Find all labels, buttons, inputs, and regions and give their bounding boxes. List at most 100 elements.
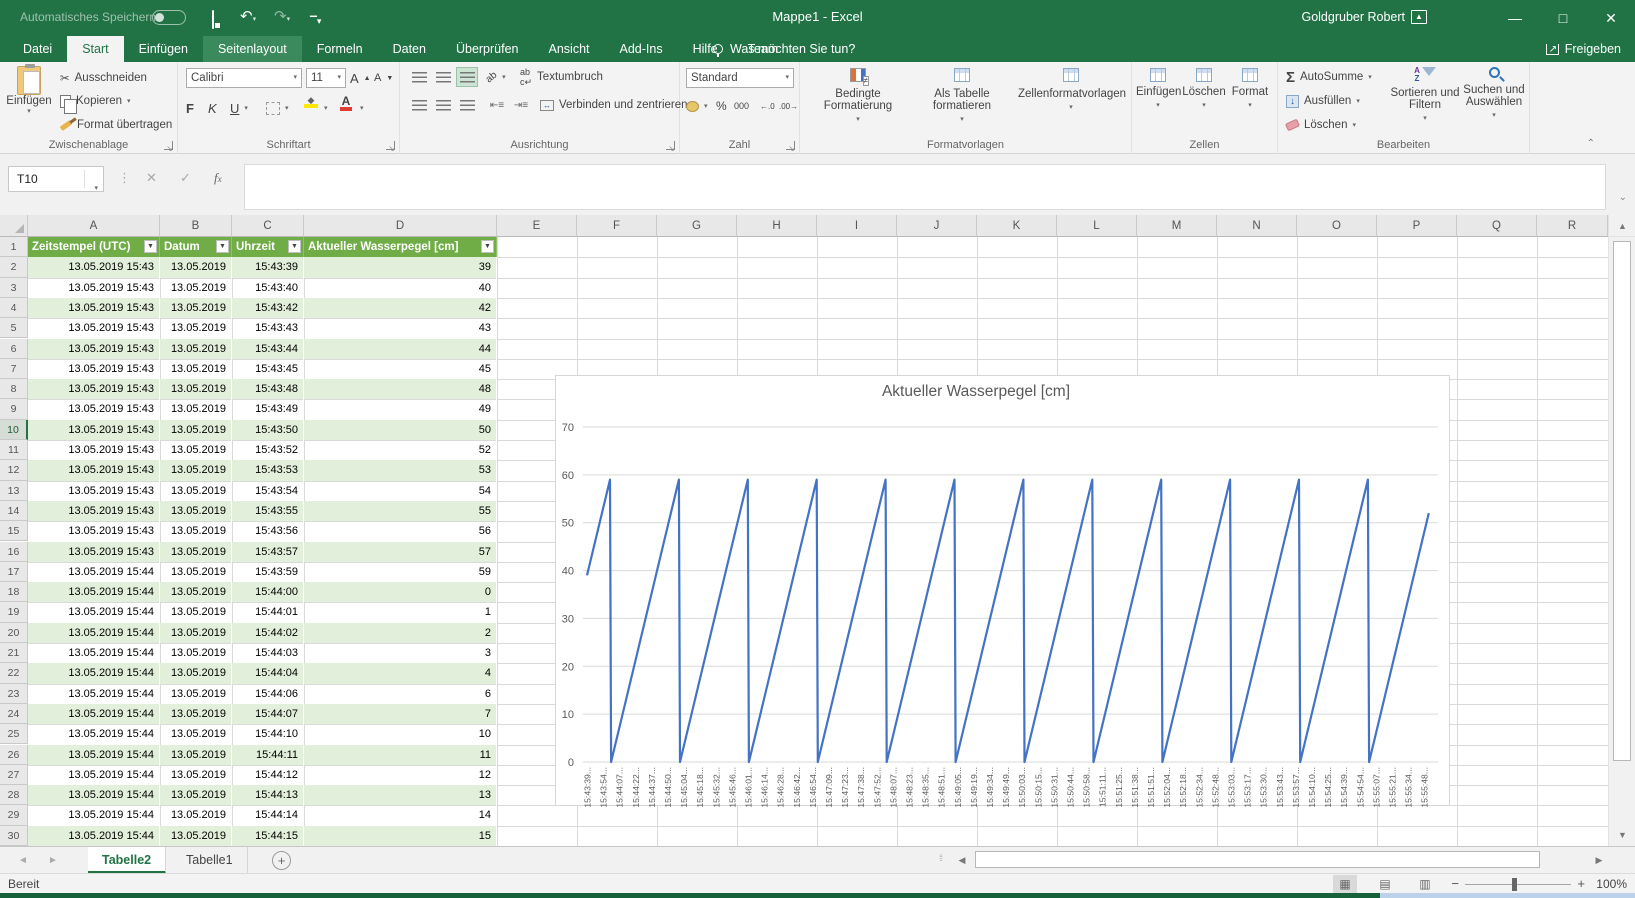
align-center-icon[interactable] — [432, 95, 454, 115]
cell[interactable]: 13.05.2019 15:43 — [28, 440, 160, 460]
cell[interactable]: 13.05.2019 15:44 — [28, 745, 160, 765]
close-button[interactable]: ✕ — [1587, 0, 1635, 36]
cell[interactable]: 55 — [304, 501, 497, 521]
cell[interactable]: 13.05.2019 15:44 — [28, 582, 160, 602]
cell[interactable]: 13.05.2019 — [160, 765, 232, 785]
cell[interactable]: 13.05.2019 15:44 — [28, 704, 160, 724]
maximize-button[interactable]: □ — [1539, 0, 1587, 36]
row-header-20[interactable]: 20 — [0, 623, 28, 643]
cell[interactable]: 13.05.2019 — [160, 278, 232, 298]
row-header-11[interactable]: 11 — [0, 440, 28, 460]
clear-button[interactable]: Löschen▾ — [1286, 115, 1356, 135]
cell[interactable]: 15:43:48 — [232, 379, 304, 399]
cell[interactable]: 13.05.2019 15:44 — [28, 643, 160, 663]
align-left-icon[interactable] — [408, 95, 430, 115]
cell[interactable]: 13.05.2019 — [160, 339, 232, 359]
cell-styles-button[interactable]: Zellenformatvorlagen▾ — [1018, 68, 1124, 112]
collapse-ribbon-icon[interactable]: ⌃ — [1587, 138, 1595, 149]
cell[interactable]: 13.05.2019 15:43 — [28, 379, 160, 399]
column-header-A[interactable]: A — [28, 215, 160, 237]
cell[interactable]: 15:43:49 — [232, 399, 304, 419]
cell[interactable]: 15 — [304, 826, 497, 846]
zoom-percent[interactable]: 100% — [1596, 877, 1627, 891]
enter-icon[interactable]: ✓ — [180, 170, 191, 186]
cell[interactable]: 13.05.2019 15:43 — [28, 399, 160, 419]
share-button[interactable]: Freigeben — [1546, 36, 1621, 62]
cell[interactable]: 13.05.2019 15:43 — [28, 318, 160, 338]
column-header-J[interactable]: J — [897, 215, 977, 237]
dialog-launcher-clipboard[interactable] — [164, 141, 173, 150]
cell[interactable]: 15:43:55 — [232, 501, 304, 521]
formula-input[interactable] — [244, 164, 1606, 210]
cell[interactable]: 13.05.2019 15:43 — [28, 521, 160, 541]
cell[interactable]: 13.05.2019 15:43 — [28, 257, 160, 277]
row-header-21[interactable]: 21 — [0, 643, 28, 663]
font-size-combo[interactable]: 11▾ — [306, 68, 346, 88]
table-header-cell[interactable]: Uhrzeit▼ — [232, 237, 304, 257]
cell[interactable]: 39 — [304, 257, 497, 277]
column-header-C[interactable]: C — [232, 215, 304, 237]
select-all-corner[interactable] — [0, 215, 28, 237]
format-cells-button[interactable]: Format▾ — [1228, 68, 1272, 110]
increase-font-icon[interactable]: A▲ — [350, 68, 371, 88]
vertical-scroll-thumb[interactable] — [1613, 241, 1631, 761]
row-header-4[interactable]: 4 — [0, 298, 28, 318]
cell[interactable]: 15:43:57 — [232, 542, 304, 562]
cell[interactable]: 56 — [304, 521, 497, 541]
copy-button[interactable]: Kopieren▾ — [60, 91, 131, 111]
cell[interactable]: 15:43:44 — [232, 339, 304, 359]
zoom-slider-track[interactable] — [1465, 884, 1571, 885]
tab--berpr-fen[interactable]: Überprüfen — [441, 36, 534, 62]
cell[interactable]: 13.05.2019 — [160, 826, 232, 846]
font-name-combo[interactable]: Calibri▾ — [186, 68, 302, 88]
cell[interactable]: 13.05.2019 — [160, 684, 232, 704]
cell[interactable]: 13.05.2019 — [160, 582, 232, 602]
cell[interactable]: 15:44:13 — [232, 785, 304, 805]
row-header-1[interactable]: 1 — [0, 237, 28, 257]
vertical-scrollbar[interactable]: ▲ ▼ — [1608, 215, 1635, 846]
cell[interactable]: 15:44:11 — [232, 745, 304, 765]
cell[interactable]: 15:44:06 — [232, 684, 304, 704]
font-color-drop[interactable]: ▾ — [360, 98, 364, 118]
decrease-decimal-icon[interactable]: .00→ — [779, 96, 798, 116]
page-layout-view-icon[interactable]: ▤ — [1373, 875, 1397, 893]
paste-button[interactable]: Einfügen▾ — [6, 66, 52, 115]
column-header-O[interactable]: O — [1297, 215, 1377, 237]
zoom-out-icon[interactable]: − — [1451, 876, 1459, 891]
underline-button[interactable]: U▾ — [230, 98, 248, 118]
filter-dropdown-icon[interactable]: ▼ — [216, 240, 229, 253]
column-header-K[interactable]: K — [977, 215, 1057, 237]
cell[interactable]: 13.05.2019 15:43 — [28, 298, 160, 318]
dialog-launcher-alignment[interactable] — [666, 141, 675, 150]
cell[interactable]: 15:44:01 — [232, 602, 304, 622]
tell-me-box[interactable]: Was möchten Sie tun? — [713, 36, 855, 62]
find-select-button[interactable]: Suchen und Auswählen▾ — [1462, 67, 1526, 120]
align-bottom-icon[interactable] — [456, 67, 478, 87]
decrease-font-icon[interactable]: A▼ — [374, 68, 393, 88]
cut-button[interactable]: ✂Ausschneiden — [60, 68, 147, 88]
cell[interactable]: 13.05.2019 — [160, 420, 232, 440]
insert-function-icon[interactable]: fx — [214, 170, 222, 186]
number-format-combo[interactable]: Standard▾ — [686, 68, 794, 88]
row-header-26[interactable]: 26 — [0, 745, 28, 765]
cell[interactable]: 15:43:56 — [232, 521, 304, 541]
cell[interactable]: 0 — [304, 582, 497, 602]
cell[interactable]: 15:44:03 — [232, 643, 304, 663]
comma-style-button[interactable]: 000 — [734, 96, 749, 116]
cell[interactable]: 13.05.2019 — [160, 643, 232, 663]
cell[interactable]: 13.05.2019 15:44 — [28, 562, 160, 582]
row-header-3[interactable]: 3 — [0, 278, 28, 298]
row-header-15[interactable]: 15 — [0, 521, 28, 541]
format-as-table-button[interactable]: Als Tabelle formatieren▾ — [912, 68, 1012, 124]
cell[interactable]: 49 — [304, 399, 497, 419]
cell[interactable]: 7 — [304, 704, 497, 724]
cell[interactable]: 13.05.2019 15:44 — [28, 785, 160, 805]
font-color-button[interactable]: A — [340, 95, 352, 115]
horizontal-scroll-thumb[interactable] — [975, 851, 1540, 868]
cell[interactable]: 50 — [304, 420, 497, 440]
scroll-right-icon[interactable]: ▶ — [1590, 850, 1608, 870]
cell[interactable]: 13.05.2019 15:44 — [28, 765, 160, 785]
sheet-tab-tabelle1[interactable]: Tabelle1 — [172, 847, 248, 874]
cell[interactable]: 15:44:12 — [232, 765, 304, 785]
page-break-view-icon[interactable]: ▥ — [1413, 875, 1437, 893]
